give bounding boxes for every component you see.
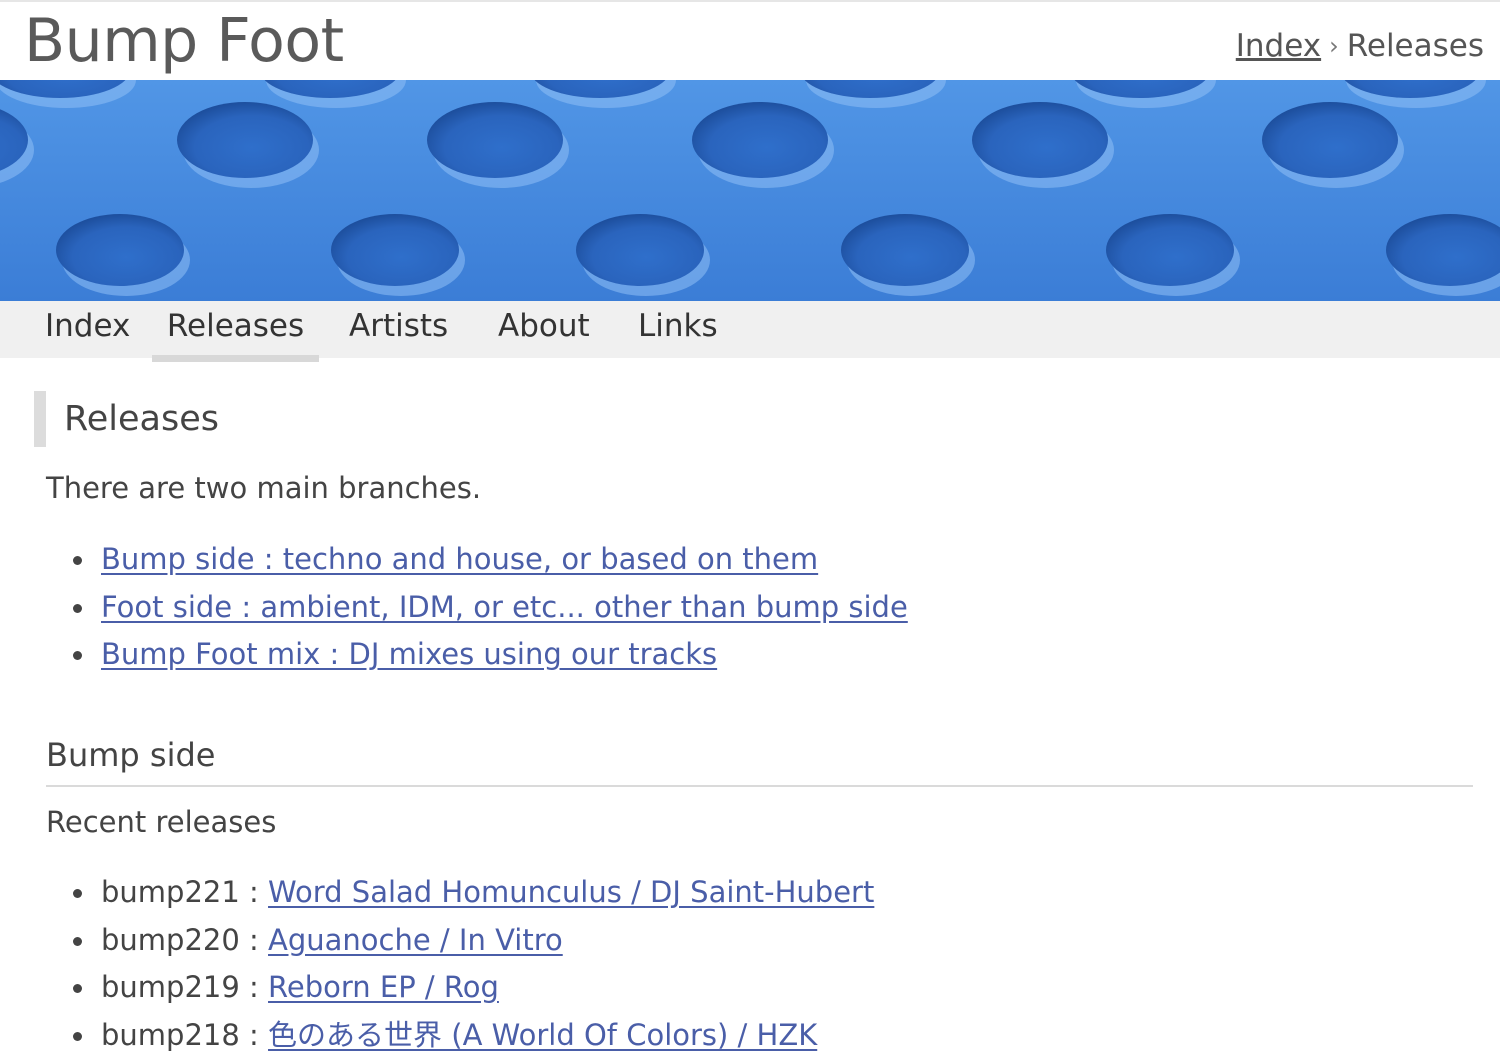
- release-separator: :: [239, 922, 269, 957]
- release-separator: :: [239, 1017, 269, 1052]
- release-item: bump221 : Word Salad Homunculus / DJ Sai…: [46, 869, 874, 917]
- release-separator: :: [239, 875, 269, 909]
- branch-list: Bump side : techno and house, or based o…: [46, 536, 908, 679]
- list-item: Foot side : ambient, IDM, or etc... othe…: [46, 584, 908, 632]
- nav-item-links[interactable]: Links: [638, 305, 718, 355]
- branch-link-foot-side[interactable]: Foot side : ambient, IDM, or etc... othe…: [101, 590, 908, 624]
- branch-link-bump-foot-mix[interactable]: Bump Foot mix : DJ mixes using our track…: [101, 637, 717, 671]
- release-link[interactable]: 色のある世界 (A World Of Colors) / HZK: [268, 1018, 817, 1052]
- page-title: Releases: [64, 399, 219, 439]
- breadcrumb-current: Releases: [1346, 28, 1484, 64]
- nav-item-releases[interactable]: Releases: [152, 305, 319, 362]
- release-item: bump219 : Reborn EP / Rog: [46, 964, 874, 1012]
- site-title: Bump Foot: [24, 6, 344, 76]
- list-item: Bump Foot mix : DJ mixes using our track…: [46, 631, 908, 679]
- list-item: Bump side : techno and house, or based o…: [46, 536, 908, 584]
- breadcrumb-home-link[interactable]: Index: [1236, 28, 1321, 64]
- release-catalog-number: bump218: [101, 1017, 240, 1052]
- recent-releases-label: Recent releases: [46, 805, 277, 839]
- breadcrumb: Index › Releases: [1236, 24, 1484, 68]
- release-separator: :: [239, 970, 269, 1004]
- release-item: bump218 : 色のある世界 (A World Of Colors) / H…: [46, 1012, 874, 1060]
- release-link[interactable]: Word Salad Homunculus / DJ Saint-Hubert: [268, 875, 874, 909]
- page-heading: Releases: [34, 391, 219, 447]
- intro-text: There are two main branches.: [46, 471, 482, 505]
- bump-side-section-heading: Bump side: [46, 733, 1473, 787]
- section-title: Bump side: [46, 736, 216, 774]
- chevron-right-icon: ›: [1329, 32, 1339, 60]
- release-catalog-number: bump221: [101, 875, 240, 909]
- main-navigation: Index Releases Artists About Links: [0, 301, 1500, 362]
- nav-item-about[interactable]: About: [498, 305, 590, 355]
- nav-item-artists[interactable]: Artists: [349, 305, 448, 355]
- release-list: bump221 : Word Salad Homunculus / DJ Sai…: [46, 869, 874, 1059]
- branch-link-bump-side[interactable]: Bump side : techno and house, or based o…: [101, 542, 818, 576]
- nav-item-index[interactable]: Index: [45, 305, 130, 355]
- release-link[interactable]: Reborn EP / Rog: [268, 970, 499, 1004]
- release-catalog-number: bump219: [101, 970, 240, 1004]
- release-item: bump220 : Aguanoche / In Vitro: [46, 917, 874, 965]
- release-catalog-number: bump220: [101, 922, 240, 957]
- release-link[interactable]: Aguanoche / In Vitro: [268, 923, 563, 957]
- top-border: [0, 0, 1500, 2]
- header-banner-image: [0, 80, 1500, 301]
